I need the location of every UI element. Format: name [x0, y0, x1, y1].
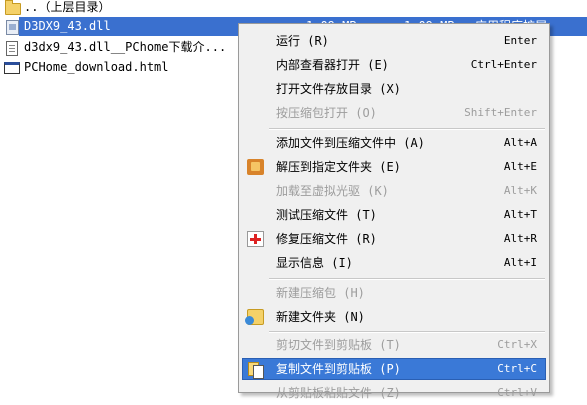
menu-item-label: 新建压缩包 (H): [276, 286, 365, 300]
menu-item-shortcut: Alt+A: [503, 136, 537, 149]
menu-item-copy[interactable]: 复制文件到剪贴板 (P) Ctrl+C: [239, 357, 549, 381]
menu-item-shortcut: Ctrl+Enter: [470, 58, 537, 71]
menu-item-label: 复制文件到剪贴板 (P): [276, 362, 401, 376]
menu-separator: [269, 128, 545, 130]
menu-item-label: 解压到指定文件夹 (E): [276, 160, 401, 174]
file-row[interactable]: PCHome_download.html: [0, 58, 169, 77]
menu-item-label: 新建文件夹 (N): [276, 310, 365, 324]
file-name: D3DX9_43.dll: [24, 19, 111, 33]
menu-item-shortcut: Alt+I: [503, 256, 537, 269]
menu-item-label: 修复压缩文件 (R): [276, 232, 377, 246]
folder-icon: [4, 0, 21, 15]
menu-item-open-folder[interactable]: 打开文件存放目录 (X): [239, 77, 549, 101]
menu-item-shortcut: Ctrl+V: [497, 386, 537, 399]
file-row-selected[interactable]: D3DX9_43.dll: [0, 17, 111, 36]
menu-item-label: 按压缩包打开 (O): [276, 106, 377, 120]
menu-item-label: 运行 (R): [276, 34, 329, 48]
menu-item-label: 显示信息 (I): [276, 256, 353, 270]
file-name: ..（上层目录）: [24, 0, 111, 14]
extract-icon: [247, 159, 264, 175]
html-file-icon: [4, 60, 20, 75]
menu-item-open-as-archive[interactable]: 按压缩包打开 (O) Shift+Enter: [239, 101, 549, 125]
file-row[interactable]: d3dx9_43.dll__PChome下载介...: [0, 38, 226, 57]
file-name: PCHome_download.html: [24, 60, 169, 74]
menu-item-open-internal-viewer[interactable]: 内部查看器打开 (E) Ctrl+Enter: [239, 53, 549, 77]
context-menu: 运行 (R) Enter 内部查看器打开 (E) Ctrl+Enter 打开文件…: [238, 23, 550, 400]
menu-item-label: 加载至虚拟光驱 (K): [276, 184, 389, 198]
menu-item-add-to-archive[interactable]: 添加文件到压缩文件中 (A) Alt+A: [239, 131, 549, 155]
menu-item-run[interactable]: 运行 (R) Enter: [239, 29, 549, 53]
menu-item-shortcut: Alt+E: [503, 160, 537, 173]
menu-item-shortcut: Enter: [503, 34, 537, 47]
repair-icon: [247, 231, 264, 247]
menu-item-shortcut: Alt+R: [503, 232, 537, 245]
menu-separator: [269, 278, 545, 280]
menu-item-label: 打开文件存放目录 (X): [276, 82, 401, 96]
menu-item-new-folder[interactable]: 新建文件夹 (N): [239, 305, 549, 329]
file-name: d3dx9_43.dll__PChome下载介...: [24, 40, 227, 54]
menu-item-label: 测试压缩文件 (T): [276, 208, 377, 222]
menu-item-label: 剪切文件到剪贴板 (T): [276, 338, 401, 352]
menu-item-repair-archive[interactable]: 修复压缩文件 (R) Alt+R: [239, 227, 549, 251]
menu-item-label: 添加文件到压缩文件中 (A): [276, 136, 425, 150]
menu-item-cut[interactable]: 剪切文件到剪贴板 (T) Ctrl+X: [239, 333, 549, 357]
menu-item-extract-to[interactable]: 解压到指定文件夹 (E) Alt+E: [239, 155, 549, 179]
menu-item-shortcut: Alt+K: [503, 184, 537, 197]
menu-item-show-info[interactable]: 显示信息 (I) Alt+I: [239, 251, 549, 275]
dll-file-icon: [4, 19, 20, 35]
menu-item-label: 从剪贴板粘贴文件 (Z): [276, 386, 401, 400]
menu-item-test-archive[interactable]: 测试压缩文件 (T) Alt+T: [239, 203, 549, 227]
menu-item-new-archive[interactable]: 新建压缩包 (H): [239, 281, 549, 305]
menu-item-label: 内部查看器打开 (E): [276, 58, 389, 72]
copy-icon: [247, 361, 264, 379]
new-folder-icon: [245, 309, 264, 325]
menu-item-paste[interactable]: 从剪贴板粘贴文件 (Z) Ctrl+V: [239, 381, 549, 405]
file-row-parent[interactable]: ..（上层目录）: [0, 0, 110, 17]
text-file-icon: [4, 40, 20, 56]
menu-item-shortcut: Shift+Enter: [464, 106, 537, 119]
menu-item-mount-virtual-drive[interactable]: 加载至虚拟光驱 (K) Alt+K: [239, 179, 549, 203]
menu-item-shortcut: Alt+T: [503, 208, 537, 221]
menu-item-shortcut: Ctrl+C: [497, 362, 537, 375]
menu-item-shortcut: Ctrl+X: [497, 338, 537, 351]
